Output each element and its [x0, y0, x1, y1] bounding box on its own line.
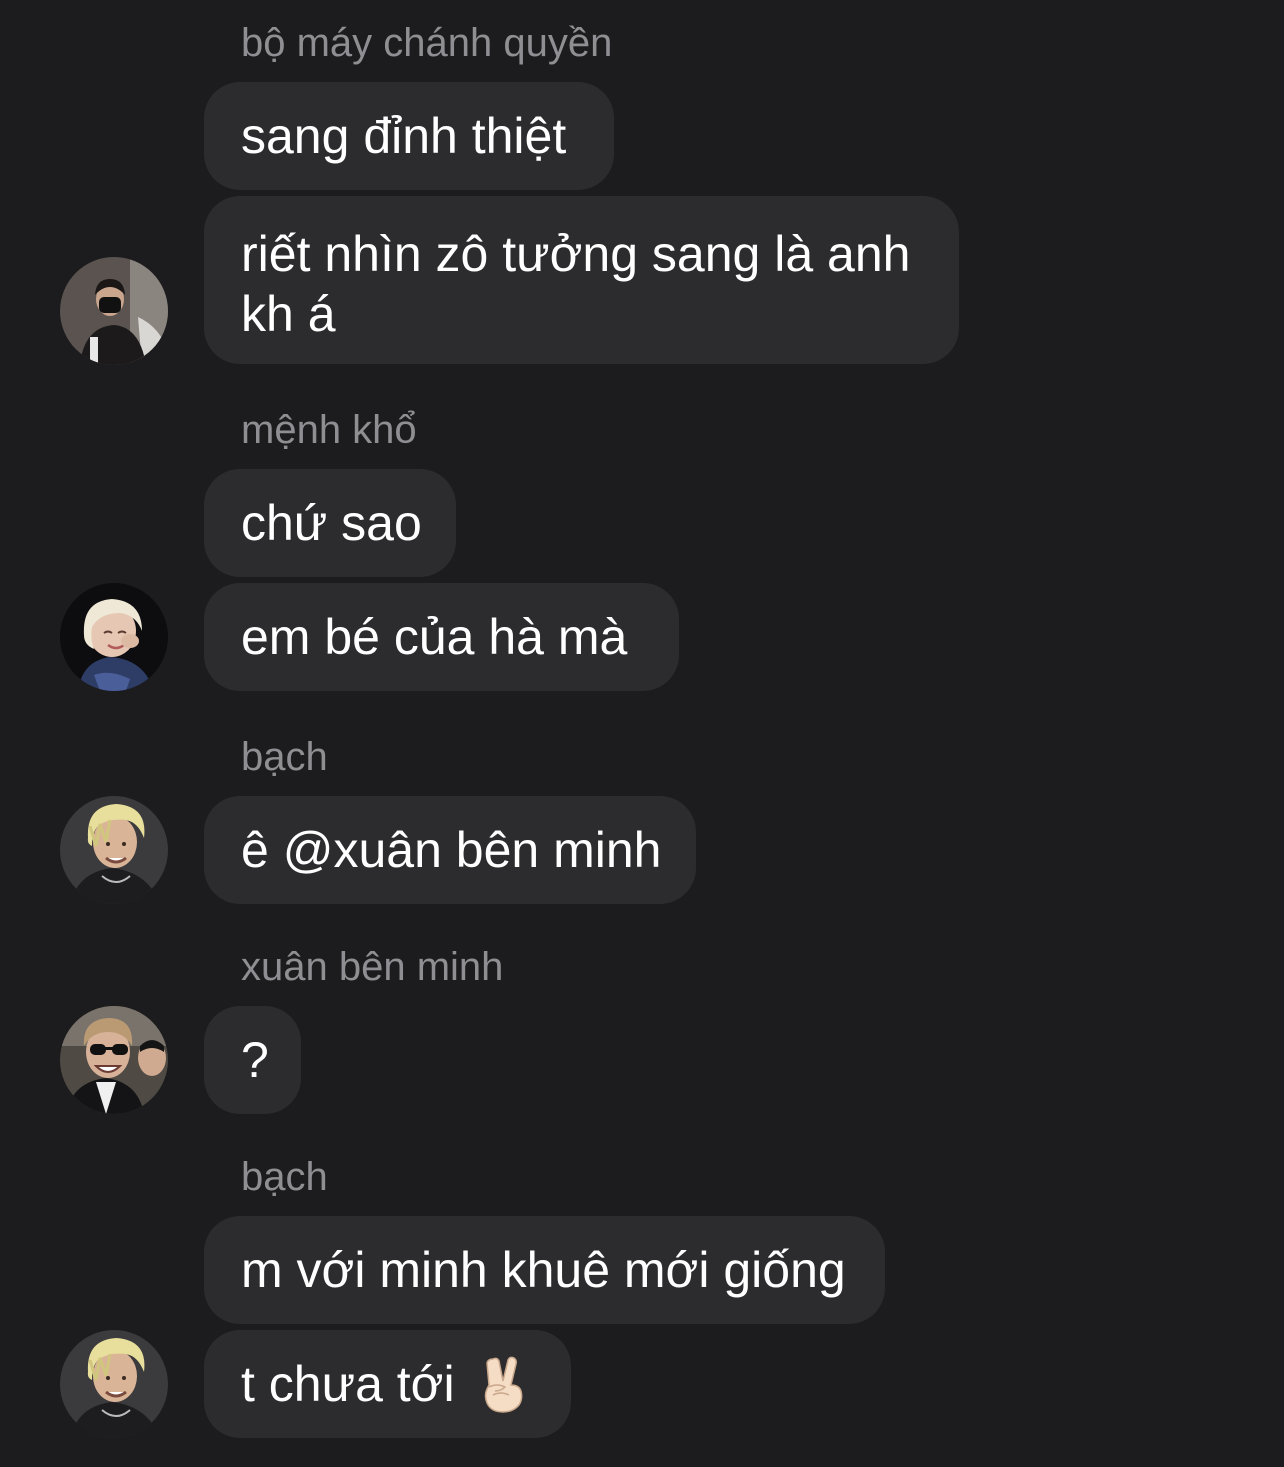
message-bubble[interactable]: sang đỉnh thiệt: [204, 82, 614, 190]
avatar[interactable]: [60, 1330, 168, 1438]
sender-name: mệnh khổ: [241, 408, 417, 452]
message-bubble[interactable]: riết nhìn zô tưởng sang là anh kh á: [204, 196, 959, 364]
message-bubble[interactable]: em bé của hà mà: [204, 583, 679, 691]
sender-name: bạch: [241, 1155, 328, 1199]
avatar[interactable]: [60, 796, 168, 904]
message-text: chứ sao: [241, 495, 422, 551]
sender-name: bạch: [241, 735, 328, 779]
sender-name: xuân bên minh: [241, 945, 504, 989]
avatar[interactable]: [60, 583, 168, 691]
message-text: ?: [241, 1032, 269, 1088]
sender-name: bộ máy chánh quyền: [241, 21, 613, 65]
message-text: sang đỉnh thiệt: [241, 108, 567, 164]
message-bubble[interactable]: chứ sao: [204, 469, 456, 577]
avatar[interactable]: [60, 257, 168, 365]
message-text: riết nhìn zô tưởng sang là anh kh á: [241, 226, 911, 342]
message-bubble[interactable]: m với minh khuê mới giống: [204, 1216, 885, 1324]
message-text: t chưa tới: [241, 1356, 455, 1412]
message-bubble[interactable]: ê @xuân bên minh: [204, 796, 696, 904]
message-text: em bé của hà mà: [241, 609, 628, 665]
avatar[interactable]: [60, 1006, 168, 1114]
message-bubble[interactable]: ?: [204, 1006, 301, 1114]
message-text: m với minh khuê mới giống: [241, 1242, 846, 1298]
victory-hand-emoji: [477, 1355, 529, 1413]
message-text: ê @xuân bên minh: [241, 822, 662, 878]
message-bubble[interactable]: t chưa tới: [204, 1330, 571, 1438]
